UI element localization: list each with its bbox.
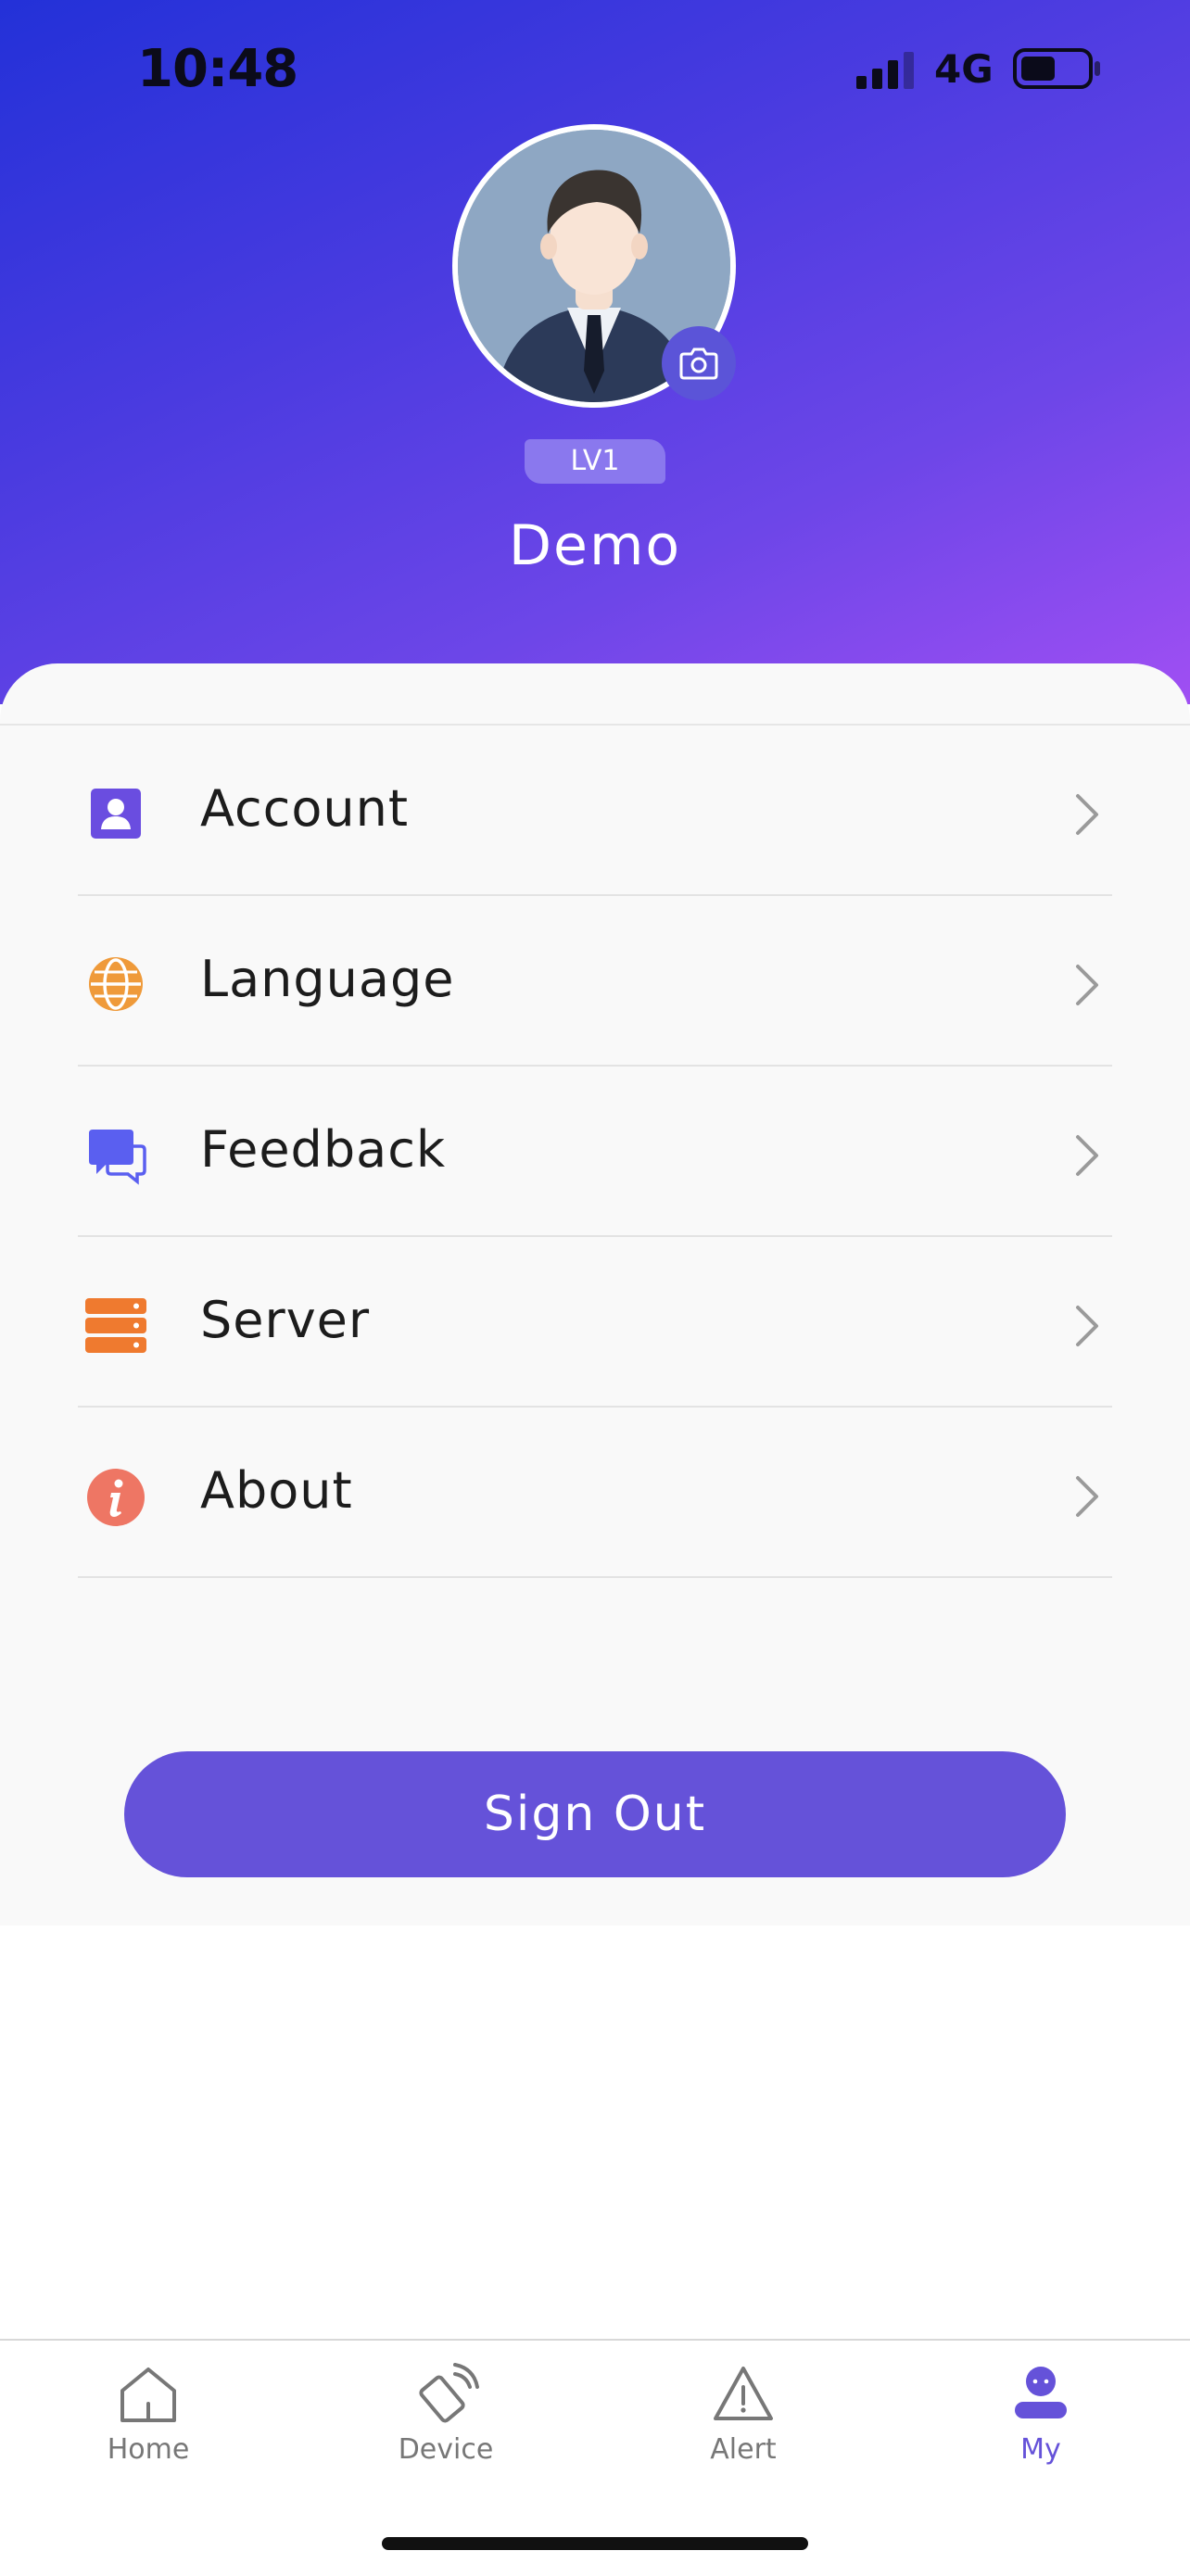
tab-home[interactable]: Home bbox=[56, 2361, 241, 2481]
status-time: 10:48 bbox=[137, 39, 298, 99]
tab-label: Home bbox=[107, 2433, 190, 2466]
user-name: Demo bbox=[508, 513, 682, 578]
status-bar: 10:48 4G bbox=[0, 0, 1190, 139]
avatar-container bbox=[452, 124, 736, 408]
menu-item-label: About bbox=[200, 1461, 353, 1520]
menu-item-account[interactable]: Account bbox=[0, 726, 1190, 896]
menu-item-feedback[interactable]: Feedback bbox=[0, 1067, 1190, 1237]
tab-device[interactable]: Device bbox=[353, 2361, 538, 2481]
chevron-right-icon bbox=[1076, 1306, 1098, 1346]
menu-item-label: Account bbox=[200, 779, 410, 838]
server-icon bbox=[85, 1298, 146, 1353]
menu-item-label: Language bbox=[200, 950, 455, 1008]
menu-item-server[interactable]: Server bbox=[0, 1237, 1190, 1408]
camera-icon bbox=[679, 347, 718, 380]
chevron-right-icon bbox=[1076, 965, 1098, 1005]
menu-item-language[interactable]: Language bbox=[0, 896, 1190, 1067]
chevron-right-icon bbox=[1076, 1135, 1098, 1176]
settings-menu-list: Account Language Feedback Server About bbox=[0, 726, 1190, 1578]
settings-menu-card: Account Language Feedback Server About bbox=[0, 663, 1190, 1926]
menu-item-label: Feedback bbox=[200, 1120, 447, 1179]
info-icon bbox=[87, 1469, 145, 1526]
level-badge: LV1 bbox=[525, 439, 665, 484]
globe-icon bbox=[89, 957, 143, 1011]
profile-header: 10:48 4G LV1 Demo bbox=[0, 0, 1190, 704]
menu-item-about[interactable]: About bbox=[0, 1408, 1190, 1578]
tab-my[interactable]: My bbox=[948, 2361, 1133, 2481]
signal-bars-icon bbox=[856, 52, 914, 89]
sign-out-button[interactable]: Sign Out bbox=[124, 1751, 1066, 1877]
home-icon bbox=[120, 2368, 176, 2422]
battery-icon bbox=[1013, 48, 1100, 89]
tab-label: Alert bbox=[710, 2433, 777, 2466]
account-icon bbox=[91, 789, 141, 839]
tab-label: Device bbox=[398, 2433, 494, 2466]
alert-icon bbox=[714, 2367, 773, 2420]
chevron-right-icon bbox=[1076, 1476, 1098, 1517]
device-icon bbox=[419, 2363, 479, 2423]
chevron-right-icon bbox=[1076, 794, 1098, 835]
network-label: 4G bbox=[934, 46, 994, 92]
chat-icon bbox=[89, 1130, 146, 1185]
profile-icon bbox=[1015, 2367, 1067, 2418]
tab-alert[interactable]: Alert bbox=[651, 2361, 836, 2481]
tab-label: My bbox=[1020, 2433, 1061, 2466]
menu-item-label: Server bbox=[200, 1291, 371, 1349]
divider bbox=[78, 1576, 1112, 1578]
home-indicator bbox=[382, 2537, 808, 2550]
camera-button[interactable] bbox=[662, 326, 736, 400]
